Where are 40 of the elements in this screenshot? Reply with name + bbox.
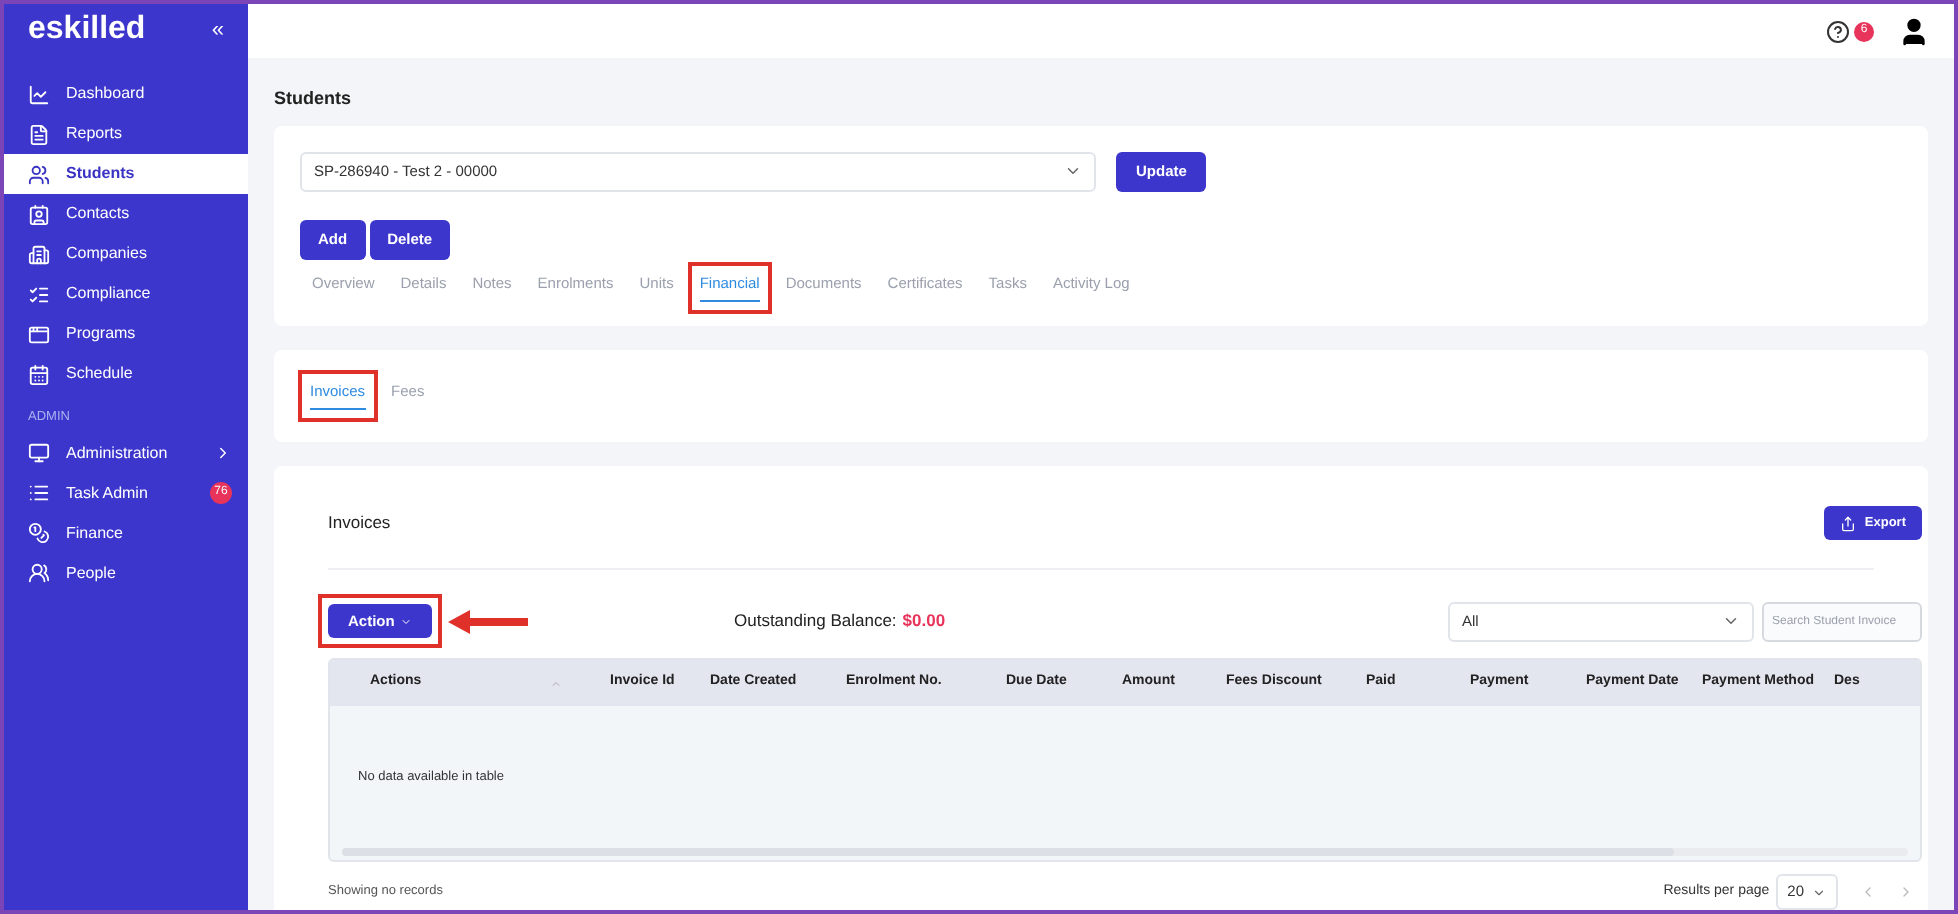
sidebar-item[interactable]: Administration xyxy=(4,433,248,474)
export-icon xyxy=(1840,515,1857,531)
arrow-annotation xyxy=(446,607,531,635)
user-avatar-icon[interactable] xyxy=(1898,15,1930,47)
sidebar-item[interactable]: Companies xyxy=(4,234,248,274)
next-page-icon[interactable] xyxy=(1898,884,1914,900)
logo: eskilled xyxy=(28,14,146,46)
monitor-icon xyxy=(28,442,50,465)
list-icon xyxy=(28,482,50,505)
balance-label: Outstanding Balance: xyxy=(734,608,897,634)
sidebar-item[interactable]: Dashboard xyxy=(4,74,248,114)
building-icon xyxy=(28,243,50,265)
sidebar-item[interactable]: Students xyxy=(4,154,248,194)
chevron-down-icon xyxy=(1722,612,1740,630)
people-icon xyxy=(28,562,50,585)
page-title: Students xyxy=(274,86,354,112)
balance-value: $0.00 xyxy=(902,608,946,634)
contact-card-icon xyxy=(28,203,50,225)
calendar-icon xyxy=(28,363,50,385)
help-icon[interactable] xyxy=(1826,19,1850,43)
checklist-icon xyxy=(28,283,50,305)
sidebar-item[interactable]: Contacts xyxy=(4,194,248,234)
users-icon xyxy=(28,163,50,185)
coins-icon xyxy=(28,522,50,545)
chevron-down-icon xyxy=(1812,885,1826,899)
sidebar-item[interactable]: Compliance xyxy=(4,274,248,314)
section-title: Invoices xyxy=(328,510,391,536)
chevron-down-icon xyxy=(1064,162,1082,180)
sidebar-item[interactable]: Programs xyxy=(4,314,248,354)
sidebar-item[interactable]: Finance xyxy=(4,513,248,554)
document-icon xyxy=(28,123,50,145)
sidebar-item[interactable]: People xyxy=(4,553,248,594)
line-chart-icon xyxy=(28,83,50,105)
sidebar-item[interactable]: Schedule xyxy=(4,354,248,394)
sort-icon xyxy=(550,677,562,689)
previous-page-icon[interactable] xyxy=(1860,884,1876,900)
caret-icon xyxy=(400,615,413,627)
sidebar-item[interactable]: Reports xyxy=(4,114,248,154)
window-icon xyxy=(28,323,50,345)
collapse-button[interactable]: « xyxy=(211,19,224,41)
